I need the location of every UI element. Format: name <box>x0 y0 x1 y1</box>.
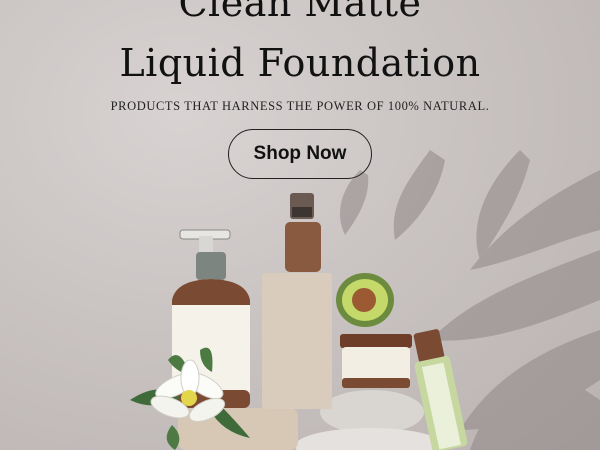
dropper-bottle-icon <box>285 193 321 272</box>
product-illustration <box>130 193 468 450</box>
pedestal-block <box>262 273 332 409</box>
tube-icon <box>413 329 468 450</box>
cream-jar-icon <box>340 334 412 388</box>
avocado-icon <box>336 273 394 327</box>
